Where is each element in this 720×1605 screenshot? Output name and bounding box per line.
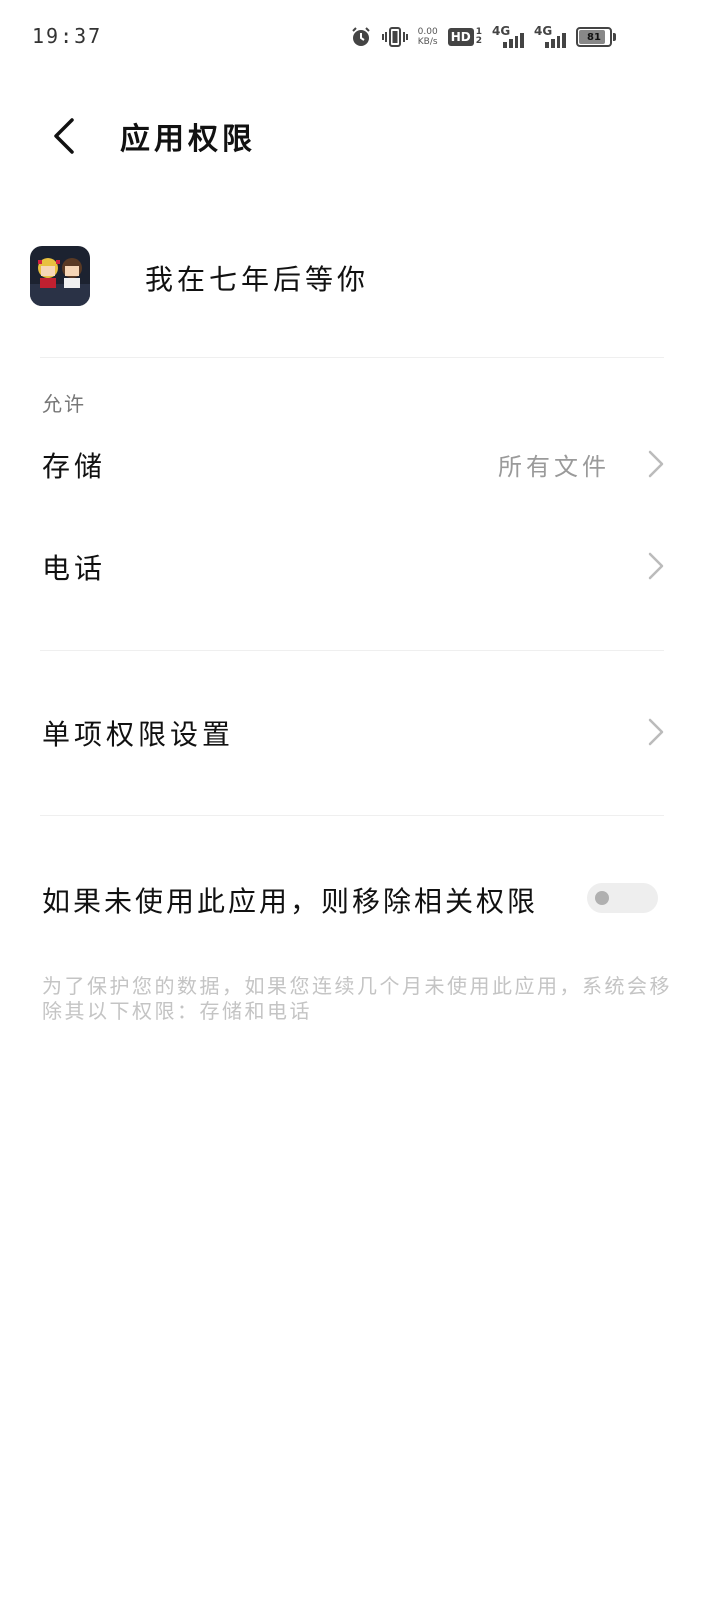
auto-remove-toggle[interactable]	[587, 883, 658, 913]
net-speed-unit: KB/s	[417, 37, 438, 47]
auto-remove-label: 如果未使用此应用，则移除相关权限	[42, 885, 539, 918]
permission-row-phone[interactable]: 电话	[0, 525, 720, 605]
alarm-icon	[350, 26, 372, 48]
permission-label: 电话	[42, 552, 107, 585]
page-title: 应用权限	[120, 122, 256, 157]
signal-icon-sim2: 4G	[534, 24, 566, 48]
hd-icon: HD 12	[447, 28, 482, 46]
status-icons: 0.00 KB/s HD 12 4G 4G 81	[350, 24, 616, 48]
permission-value: 所有文件	[498, 453, 610, 481]
app-info: 我在七年后等你	[0, 238, 720, 318]
divider	[40, 815, 664, 816]
chevron-right-icon	[648, 718, 664, 746]
status-time: 19:37	[32, 24, 103, 48]
chevron-right-icon	[648, 450, 664, 478]
divider	[40, 650, 664, 651]
header: 应用权限	[0, 100, 720, 172]
battery-icon: 81	[576, 27, 616, 47]
app-icon	[30, 246, 90, 306]
auto-remove-row: 如果未使用此应用，则移除相关权限	[0, 860, 720, 940]
toggle-knob	[595, 891, 609, 905]
divider	[40, 357, 664, 358]
vibrate-icon	[381, 26, 408, 48]
net-speed: 0.00 KB/s	[418, 27, 438, 47]
section-label-allowed: 允许	[42, 392, 86, 416]
status-bar: 19:37 0.00 KB/s HD 12 4G 4G 81	[0, 0, 720, 80]
sim2-label: 4G	[534, 24, 553, 38]
signal-icon-sim1: 4G	[492, 24, 524, 48]
auto-remove-note: 为了保护您的数据，如果您连续几个月未使用此应用，系统会移除其以下权限：存储和电话	[42, 974, 672, 1023]
hd-label: HD	[447, 28, 474, 46]
permission-row-storage[interactable]: 存储 所有文件	[0, 423, 720, 503]
sim1-label: 4G	[492, 24, 511, 38]
app-name: 我在七年后等你	[145, 263, 370, 296]
chevron-right-icon	[648, 552, 664, 580]
single-permission-settings-row[interactable]: 单项权限设置	[0, 691, 720, 771]
chevron-left-icon	[54, 118, 74, 154]
back-button[interactable]	[36, 106, 92, 166]
battery-level: 81	[587, 31, 601, 43]
single-permission-label: 单项权限设置	[42, 718, 235, 751]
net-speed-value: 0.00	[417, 27, 438, 37]
permission-label: 存储	[42, 450, 107, 483]
